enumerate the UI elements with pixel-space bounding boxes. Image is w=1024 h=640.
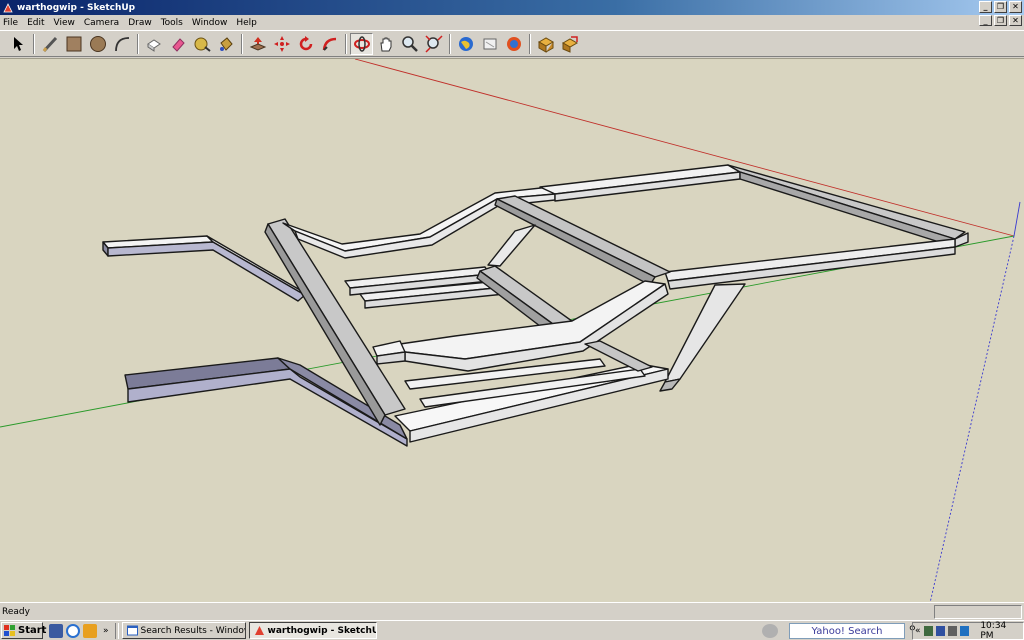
right-lower-diagonal-top2 [664, 283, 746, 383]
toolbar-separator [241, 33, 243, 54]
zoom-extents-icon[interactable] [422, 33, 445, 55]
circle-tool-icon[interactable] [86, 33, 109, 55]
tape-measure-icon[interactable] [190, 33, 213, 55]
right-back-rail-face [739, 171, 956, 248]
menu-tools[interactable]: Tools [161, 18, 183, 28]
menu-file[interactable]: File [3, 18, 18, 28]
taskbar: Start » Search Results - Window... warth… [0, 620, 1024, 640]
paint-bucket-icon[interactable] [214, 33, 237, 55]
line-tool-icon[interactable] [38, 33, 61, 55]
rotate-tool-icon[interactable] [294, 33, 317, 55]
status-text: Ready [2, 606, 30, 617]
title-bar[interactable]: warthogwip - SketchUp _ ❐ ✕ [0, 0, 1024, 15]
menu-camera[interactable]: Camera [84, 18, 119, 28]
show-desktop-icon[interactable] [49, 623, 63, 638]
red-axis [354, 59, 1015, 237]
blue-axis-up [1013, 201, 1021, 237]
sketchup-task-icon [254, 625, 265, 636]
model-viewport[interactable] [0, 58, 1024, 603]
eraser-tool-icon[interactable] [166, 33, 189, 55]
close-button[interactable]: ✕ [1009, 1, 1022, 13]
search-window-icon [126, 625, 138, 636]
network-icon[interactable] [923, 626, 933, 636]
model-canvas[interactable] [0, 59, 1024, 603]
doc-restore-button[interactable]: ❐ [994, 15, 1007, 26]
task-search-results[interactable]: Search Results - Window... [121, 622, 246, 639]
menu-view[interactable]: View [54, 18, 75, 28]
hp-icon[interactable] [762, 624, 778, 638]
doc-minimize-button[interactable]: _ [979, 15, 992, 26]
internet-explorer-icon[interactable] [66, 623, 80, 638]
toolbar-separator [137, 33, 139, 54]
orbit-tool-icon[interactable] [350, 32, 373, 55]
window-title: warthogwip - SketchUp [17, 2, 136, 13]
toolbar-separator [449, 33, 451, 54]
toolbar [0, 30, 1024, 57]
restore-button[interactable]: ❐ [994, 1, 1007, 13]
select-tool-icon[interactable] [6, 33, 29, 55]
blue-axis [929, 235, 1015, 603]
minimize-button[interactable]: _ [979, 1, 992, 13]
yahoo-search-box[interactable]: Yahoo! Search [789, 623, 905, 639]
make-component-icon[interactable] [142, 33, 165, 55]
yahoo-search-label: Yahoo! Search [811, 625, 883, 637]
quicklaunch-more-icon[interactable]: » [103, 626, 109, 636]
arc-tool-icon[interactable] [110, 33, 133, 55]
push-pull-icon[interactable] [246, 33, 269, 55]
doc-close-button[interactable]: ✕ [1009, 15, 1022, 26]
status-bar: Ready [0, 602, 1024, 620]
follow-me-icon[interactable] [318, 33, 341, 55]
share-model-icon[interactable] [502, 33, 525, 55]
rectangle-tool-icon[interactable] [62, 33, 85, 55]
get-models-icon[interactable] [478, 33, 501, 55]
right-back-rail-top [727, 164, 966, 240]
start-button[interactable]: Start [1, 622, 47, 639]
tray-expand-icon[interactable]: « [915, 626, 921, 636]
sketchup-app-icon [3, 2, 13, 13]
components-icon[interactable] [534, 33, 557, 55]
right-lower-diagonal-top [487, 224, 536, 267]
quick-launch [49, 623, 97, 638]
measurements-box[interactable] [934, 605, 1022, 619]
taskbar-grip[interactable] [114, 622, 119, 639]
security-icon[interactable] [960, 626, 970, 636]
system-tray: « 10:34 PM [912, 621, 1024, 640]
media-player-icon[interactable] [83, 623, 97, 638]
toolbar-separator [345, 33, 347, 54]
clock: 10:34 PM [980, 621, 1007, 640]
zoom-tool-icon[interactable] [398, 33, 421, 55]
monitor-icon[interactable] [935, 626, 945, 636]
pan-tool-icon[interactable] [374, 33, 397, 55]
menu-edit[interactable]: Edit [27, 18, 44, 28]
task-label: warthogwip - SketchUp [267, 625, 377, 636]
start-label: Start [18, 625, 47, 636]
menu-window[interactable]: Window [192, 18, 228, 28]
menu-bar: File Edit View Camera Draw Tools Window … [0, 15, 1024, 30]
task-label: Search Results - Window... [140, 625, 245, 636]
task-sketchup[interactable]: warthogwip - SketchUp [248, 622, 377, 639]
menu-draw[interactable]: Draw [128, 18, 152, 28]
frame-model [102, 164, 969, 447]
toolbar-separator [529, 33, 531, 54]
toolbar-separator [33, 33, 35, 54]
share-component-icon[interactable] [558, 33, 581, 55]
menu-help[interactable]: Help [236, 18, 257, 28]
windows-logo-icon [4, 625, 16, 636]
move-tool-icon[interactable] [270, 33, 293, 55]
google-earth-icon[interactable] [454, 33, 477, 55]
volume-icon[interactable] [947, 626, 958, 636]
